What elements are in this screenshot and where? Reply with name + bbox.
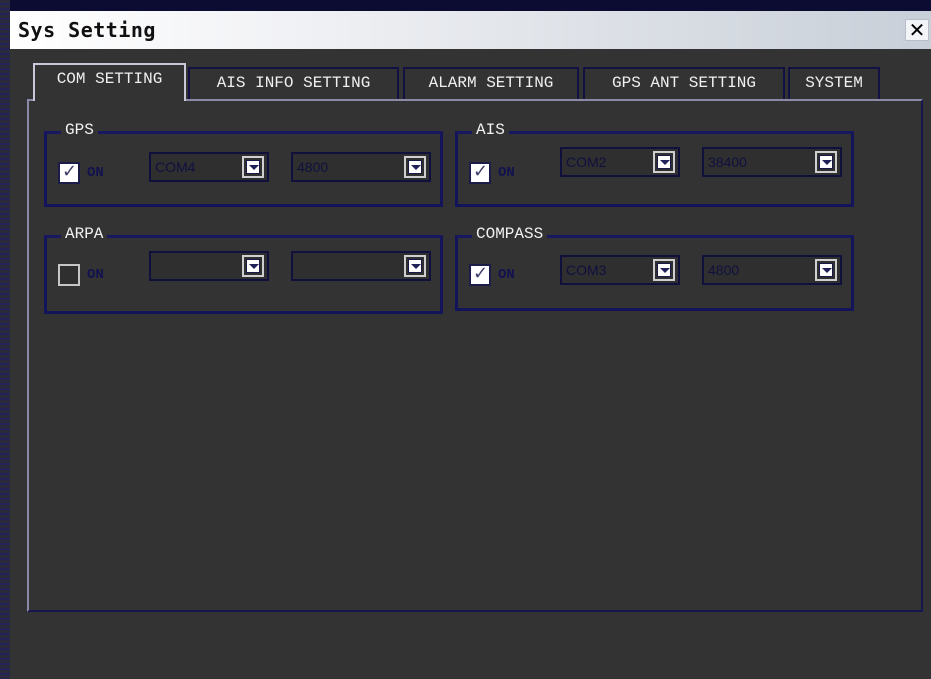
title-bar[interactable]: Sys Setting ✕ — [10, 11, 931, 49]
chevron-down-icon — [408, 160, 422, 174]
gps-port-value: COM4 — [155, 159, 196, 175]
arpa-port-dropdown-button[interactable] — [242, 255, 264, 277]
tab-label: SYSTEM — [805, 74, 863, 92]
chevron-down-icon — [408, 259, 422, 273]
chevron-down-icon — [246, 259, 260, 273]
window-title: Sys Setting — [18, 18, 156, 42]
tab-label: ALARM SETTING — [428, 74, 554, 92]
arpa-on-label: ON — [87, 267, 104, 283]
gps-baud-select[interactable]: 4800 — [291, 152, 431, 182]
tab-system[interactable]: SYSTEM — [788, 67, 880, 99]
gps-baud-dropdown-button[interactable] — [404, 156, 426, 178]
chevron-down-icon — [246, 160, 260, 174]
ais-port-select[interactable]: COM2 — [560, 147, 680, 177]
tab-label: AIS INFO SETTING — [216, 74, 371, 92]
gps-port-dropdown-button[interactable] — [242, 156, 264, 178]
gps-port-select[interactable]: COM4 — [149, 152, 269, 182]
ais-on-label: ON — [498, 165, 515, 181]
gps-group: GPS ON COM4 4800 — [44, 121, 443, 207]
ais-baud-dropdown-button[interactable] — [815, 151, 837, 173]
close-icon: ✕ — [908, 18, 926, 42]
chevron-down-icon — [657, 263, 671, 277]
chevron-down-icon — [819, 263, 833, 277]
tab-gps-ant-setting[interactable]: GPS ANT SETTING — [583, 67, 785, 99]
sys-setting-window: Sys Setting ✕ COM SETTING AIS INFO SETTI… — [0, 0, 931, 679]
ais-group: AIS ON COM2 38400 — [455, 121, 854, 207]
ais-on-checkbox[interactable] — [469, 161, 491, 184]
ais-port-dropdown-button[interactable] — [653, 151, 675, 173]
ais-port-value: COM2 — [566, 154, 607, 170]
compass-on-label: ON — [498, 267, 515, 283]
tab-alarm-setting[interactable]: ALARM SETTING — [403, 67, 579, 99]
title-bar-edge — [10, 0, 931, 11]
compass-group-label: COMPASS — [472, 225, 548, 243]
compass-baud-select[interactable]: 4800 — [702, 255, 842, 285]
compass-port-select[interactable]: COM3 — [560, 255, 680, 285]
tab-label: GPS ANT SETTING — [611, 74, 757, 92]
chevron-down-icon — [657, 155, 671, 169]
arpa-baud-dropdown-button[interactable] — [404, 255, 426, 277]
compass-group: COMPASS ON COM3 4800 — [455, 225, 854, 311]
close-button[interactable]: ✕ — [905, 19, 929, 41]
arpa-group: ARPA ON — [44, 225, 443, 314]
compass-baud-value: 4800 — [708, 262, 740, 278]
gps-baud-value: 4800 — [297, 159, 329, 175]
gps-group-label: GPS — [61, 121, 98, 139]
chevron-down-icon — [819, 155, 833, 169]
arpa-group-label: ARPA — [61, 225, 108, 243]
compass-baud-dropdown-button[interactable] — [815, 259, 837, 281]
arpa-port-select[interactable] — [149, 251, 269, 281]
gps-on-checkbox[interactable] — [58, 161, 80, 184]
tab-label: COM SETTING — [56, 70, 163, 88]
ais-group-label: AIS — [472, 121, 509, 139]
arpa-baud-select[interactable] — [291, 251, 431, 281]
tab-ais-info-setting[interactable]: AIS INFO SETTING — [188, 67, 399, 99]
gps-on-label: ON — [87, 165, 104, 181]
tab-com-setting[interactable]: COM SETTING — [33, 63, 186, 101]
compass-port-value: COM3 — [566, 262, 607, 278]
compass-port-dropdown-button[interactable] — [653, 259, 675, 281]
ais-baud-value: 38400 — [708, 154, 747, 170]
ais-baud-select[interactable]: 38400 — [702, 147, 842, 177]
compass-on-checkbox[interactable] — [469, 263, 491, 286]
arpa-on-checkbox[interactable] — [58, 264, 80, 286]
